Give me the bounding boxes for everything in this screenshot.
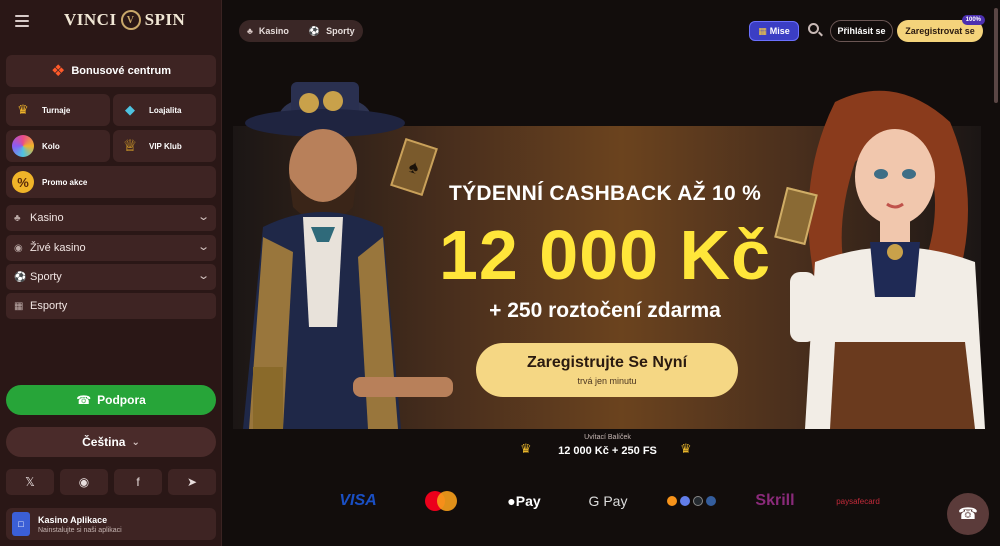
crown-icon: ♕	[122, 138, 138, 155]
ripple-icon	[692, 496, 703, 506]
cta-sublabel: trvá jen minutu	[577, 376, 637, 386]
sidebar-tile-wheel[interactable]: Kolo	[6, 130, 110, 162]
app-title: Kasino Aplikace	[38, 514, 108, 525]
headset-icon: ☎	[958, 506, 978, 523]
football-icon: ⚽	[14, 271, 27, 283]
cherries-icon: ♣	[14, 212, 21, 224]
sidebar-tile-tournaments[interactable]: ♛ Turnaje	[6, 94, 110, 126]
paysafecard-logo: paysafecard	[836, 496, 880, 506]
missions-button[interactable]: ▦ Mise	[749, 21, 799, 41]
x-icon[interactable]: 𝕏	[6, 469, 54, 495]
gift-icon: ❖	[51, 63, 66, 80]
logo-word-right: SPIN	[144, 10, 186, 29]
apple-pay-label: Pay	[515, 493, 541, 509]
phone-icon: □	[12, 512, 30, 536]
visa-logo: VISA	[339, 492, 377, 509]
instagram-icon[interactable]: ◉	[60, 469, 108, 495]
tile-label: Turnaje	[42, 105, 71, 115]
google-pay-logo: G Pay	[588, 493, 628, 509]
chevron-down-icon[interactable]: ⌄	[197, 210, 210, 223]
welcome-label: Uvítací Balíček	[584, 434, 631, 441]
loyalty-diamond-icon: ◆	[125, 102, 135, 117]
missions-label: Mise	[769, 26, 790, 36]
bonus-center-button[interactable]: ❖ Bonusové centrum	[6, 55, 216, 87]
language-label: Čeština	[82, 435, 126, 449]
menu-icon[interactable]	[15, 15, 29, 27]
sidebar-tile-loyalty[interactable]: ◆ Loajalita	[113, 94, 216, 126]
sidebar-item-label: Živé kasino	[30, 242, 86, 254]
skrill-logo: Skrill	[755, 492, 795, 509]
chevron-down-icon[interactable]: ⌄	[197, 240, 210, 253]
telegram-icon[interactable]: ➤	[168, 469, 216, 495]
gamepad-icon: ▦	[758, 25, 767, 36]
app-subtitle: Nainstalujte si naši aplikaci	[38, 526, 122, 534]
sidebar-tile-vip[interactable]: ♕ VIP Klub	[113, 130, 216, 162]
search-icon[interactable]	[807, 22, 823, 38]
topbar: ♣ Kasino ⚽ Sporty ▦ Mise Přihlásit se Za…	[222, 0, 1000, 103]
register-button[interactable]: Zaregistrovat se 100%	[897, 15, 985, 42]
chevron-down-icon[interactable]: ⌄	[197, 269, 210, 282]
cherries-icon: ♣	[247, 26, 253, 36]
bonus-center-label: Bonusové centrum	[71, 65, 171, 77]
sidebar-item-live-casino[interactable]: ◉ Živé kasino ⌄	[6, 235, 216, 261]
sidebar-item-casino[interactable]: ♣ Kasino ⌄	[6, 205, 216, 231]
sidebar: VINCI V SPIN ❖ Bonusové centrum ♛ Turnaj…	[0, 0, 222, 546]
hero-register-button[interactable]: Zaregistrujte Se Nyní trvá jen minutu	[476, 343, 738, 397]
language-selector[interactable]: Čeština ⌄	[6, 427, 216, 457]
crown-icon: ♛	[680, 441, 692, 456]
tile-label: Kolo	[42, 141, 60, 151]
sidebar-item-label: Esporty	[30, 300, 68, 312]
section-switch: ♣ Kasino ⚽ Sporty	[239, 20, 363, 42]
hero-free-spins: + 250 roztočení zdarma	[489, 299, 721, 322]
bitcoin-icon	[666, 496, 677, 506]
sidebar-item-label: Kasino	[30, 212, 64, 224]
ethereum-icon	[679, 496, 690, 506]
hero-title: TÝDENNÍ CASHBACK AŽ 10 %	[448, 182, 762, 205]
hero-amount: 12 000 Kč	[438, 216, 772, 294]
trophy-icon: ♛	[17, 102, 29, 117]
tile-label: Promo akce	[42, 177, 88, 187]
support-button[interactable]: ☎ Podpora	[6, 385, 216, 415]
support-label: Podpora	[97, 393, 146, 407]
facebook-icon[interactable]: f	[114, 469, 162, 495]
tile-label: VIP Klub	[149, 141, 182, 151]
litecoin-icon	[705, 496, 716, 506]
sidebar-item-label: Sporty	[30, 271, 62, 283]
help-chat-button[interactable]: ☎	[947, 493, 989, 535]
cta-label: Zaregistrujte Se Nyní	[526, 354, 688, 371]
brand-logo[interactable]: VINCI V SPIN	[64, 10, 185, 30]
mastercard-logo	[422, 490, 460, 512]
sidebar-item-esports[interactable]: ▦ Esporty	[6, 293, 216, 319]
apple-icon: ●	[507, 493, 516, 509]
app-root: VINCI V SPIN ❖ Bonusové centrum ♛ Turnaj…	[0, 0, 1000, 546]
sidebar-tile-promo[interactable]: % Promo akce	[6, 166, 216, 198]
football-icon: ⚽	[308, 25, 321, 36]
tab-casino[interactable]: Kasino	[259, 26, 289, 36]
broadcast-icon: ◉	[14, 242, 23, 254]
welcome-package: Uvítací Balíček 12 000 Kč + 250 FS	[520, 434, 695, 464]
logo-word-left: VINCI	[64, 10, 117, 29]
bonus-badge: 100%	[961, 15, 985, 25]
app-text: Kasino Aplikace Nainstalujte si naši apl…	[38, 515, 122, 534]
tab-sports[interactable]: Sporty	[326, 26, 355, 36]
register-label: Zaregistrovat se	[905, 26, 975, 36]
gamepad-icon: ▦	[14, 300, 24, 312]
app-download-banner[interactable]: □ Kasino Aplikace Nainstalujte si naši a…	[6, 508, 216, 540]
crypto-logos	[666, 490, 716, 512]
wheel-icon	[12, 135, 34, 157]
headset-icon: ☎	[76, 393, 92, 407]
sidebar-item-sports[interactable]: ⚽ Sporty ⌄	[6, 264, 216, 290]
tile-label: Loajalita	[149, 105, 182, 115]
logo-mark-icon: V	[120, 10, 141, 30]
scrollbar[interactable]	[994, 8, 998, 103]
hero-character-woman	[790, 90, 985, 429]
welcome-value: 12 000 Kč + 250 FS	[558, 445, 657, 457]
apple-pay-logo: ● Pay	[503, 490, 545, 512]
sidebar-header: VINCI V SPIN	[0, 0, 222, 46]
chevron-down-icon: ⌄	[131, 436, 140, 448]
percent-icon: %	[12, 171, 34, 193]
login-button[interactable]: Přihlásit se	[830, 20, 893, 42]
